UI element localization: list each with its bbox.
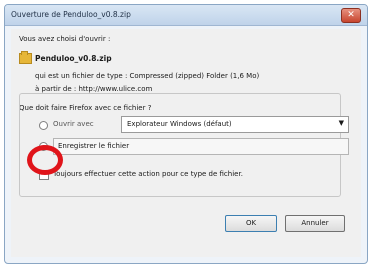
file-source-line: à partir de : http://www.ulice.com	[35, 85, 153, 93]
cancel-button[interactable]: Annuler	[285, 215, 345, 232]
save-file-label: Enregistrer le fichier	[58, 142, 130, 150]
intro-text: Vous avez choisi d'ouvrir :	[19, 35, 111, 43]
dropdown-arrow-icon: ▼	[338, 119, 344, 127]
save-file-option[interactable]: Enregistrer le fichier	[53, 138, 349, 155]
red-highlight-circle	[27, 145, 63, 175]
close-button[interactable]: ✕	[341, 8, 361, 23]
window-title: Ouverture de Penduloo_v0.8.zip	[11, 10, 131, 19]
open-with-value: Explorateur Windows (défaut)	[127, 120, 232, 128]
zip-file-icon	[19, 51, 32, 64]
open-with-label: Ouvrir avec	[53, 120, 94, 128]
file-type-line: qui est un fichier de type : Compressed …	[35, 72, 260, 80]
always-do-label: Toujours effectuer cette action pour ce …	[53, 170, 243, 178]
title-bar: Ouverture de Penduloo_v0.8.zip ✕	[5, 5, 367, 26]
ok-button[interactable]: OK	[225, 215, 277, 232]
file-name: Penduloo_v0.8.zip	[35, 54, 112, 63]
download-dialog: Ouverture de Penduloo_v0.8.zip ✕ Vous av…	[4, 4, 368, 264]
open-with-select[interactable]: Explorateur Windows (défaut) ▼	[121, 116, 349, 133]
open-with-radio[interactable]	[39, 121, 48, 130]
close-icon: ✕	[347, 10, 355, 20]
